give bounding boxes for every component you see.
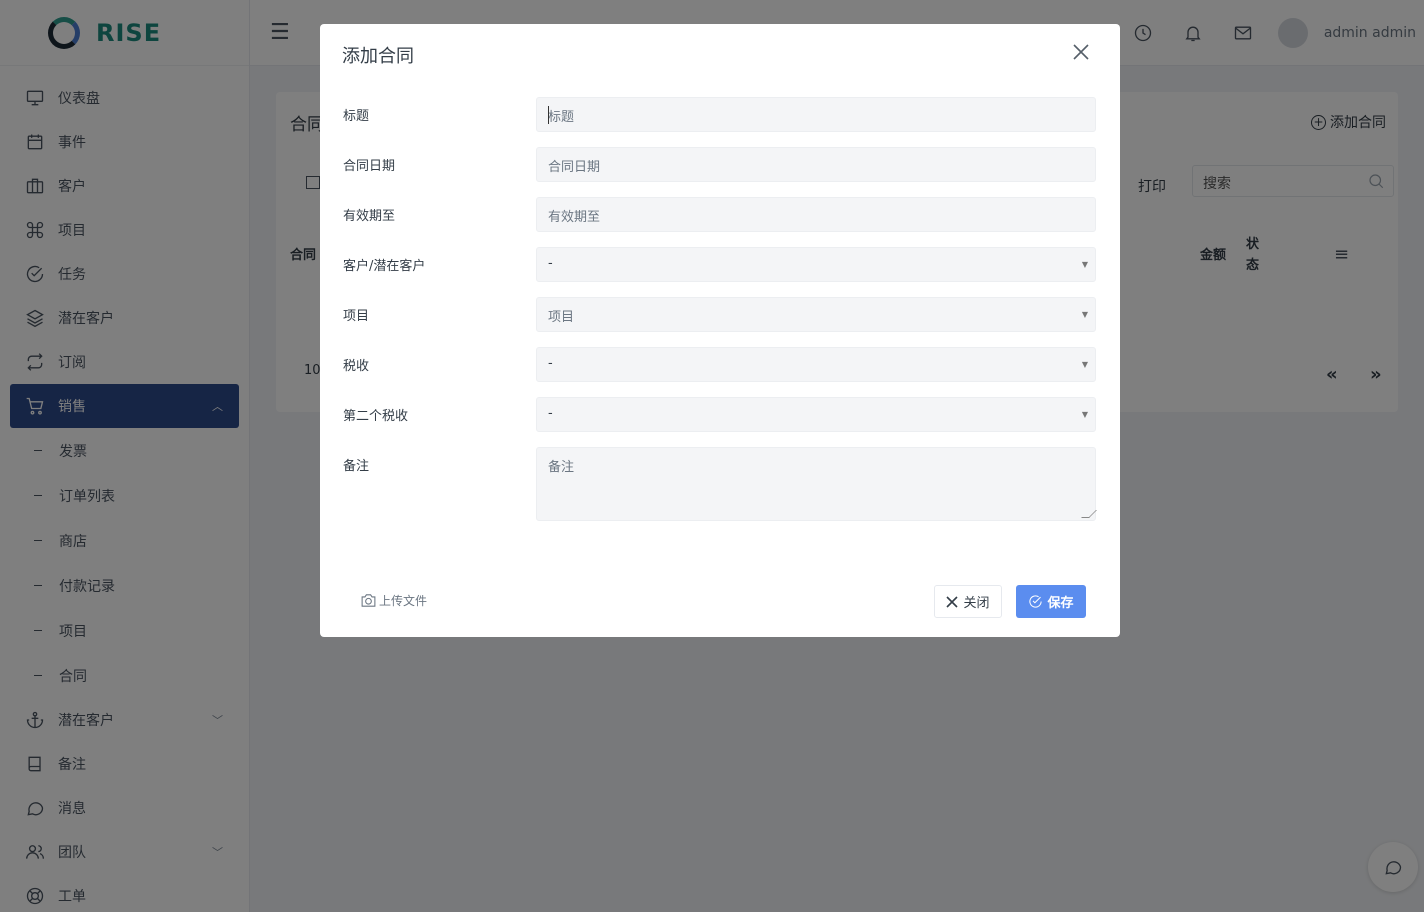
field-label: 税收 xyxy=(343,359,370,374)
tax-select[interactable]: - ▼ xyxy=(536,347,1096,382)
second-tax-select-value: - xyxy=(548,406,553,421)
close-button-label: 关闭 xyxy=(963,596,990,611)
valid-until-input[interactable]: 有效期至 xyxy=(536,197,1096,232)
upload-label: 上传文件 xyxy=(379,594,428,608)
dropdown-arrow-icon: ▼ xyxy=(1081,260,1088,269)
check-circle-icon xyxy=(1029,595,1043,608)
add-contract-modal: 添加合同 标题 标题 合同日期 合同日期 有效期至 有效期至 客户/潜在客户 -… xyxy=(320,24,1120,637)
field-label: 备注 xyxy=(343,459,370,474)
client-select-value: - xyxy=(548,256,553,271)
note-placeholder: 备注 xyxy=(548,460,575,475)
field-label: 合同日期 xyxy=(343,159,396,174)
project-select-placeholder: 项目 xyxy=(548,310,575,325)
second-tax-select[interactable]: - ▼ xyxy=(536,397,1096,432)
close-icon[interactable] xyxy=(1072,43,1090,61)
field-label: 客户/潜在客户 xyxy=(343,259,426,274)
contract-date-input[interactable]: 合同日期 xyxy=(536,147,1096,182)
project-select[interactable]: 项目 ▼ xyxy=(536,297,1096,332)
resize-grip-icon[interactable] xyxy=(1081,510,1097,518)
close-button[interactable]: 关闭 xyxy=(934,585,1002,618)
dropdown-arrow-icon: ▼ xyxy=(1081,310,1088,319)
close-icon xyxy=(946,595,959,608)
dropdown-arrow-icon: ▼ xyxy=(1081,410,1088,419)
save-button-label: 保存 xyxy=(1047,596,1074,611)
camera-icon xyxy=(361,594,376,607)
client-select[interactable]: - ▼ xyxy=(536,247,1096,282)
title-input[interactable]: 标题 xyxy=(536,97,1096,132)
note-textarea[interactable]: 备注 xyxy=(536,447,1097,521)
upload-file-button[interactable]: 上传文件 xyxy=(360,592,427,609)
save-button[interactable]: 保存 xyxy=(1016,585,1086,618)
field-label: 有效期至 xyxy=(343,209,396,224)
field-label: 标题 xyxy=(343,109,370,124)
tax-select-value: - xyxy=(548,356,553,371)
modal-title: 添加合同 xyxy=(342,46,414,67)
field-label: 项目 xyxy=(343,309,370,324)
field-label: 第二个税收 xyxy=(343,409,409,424)
dropdown-arrow-icon: ▼ xyxy=(1081,360,1088,369)
